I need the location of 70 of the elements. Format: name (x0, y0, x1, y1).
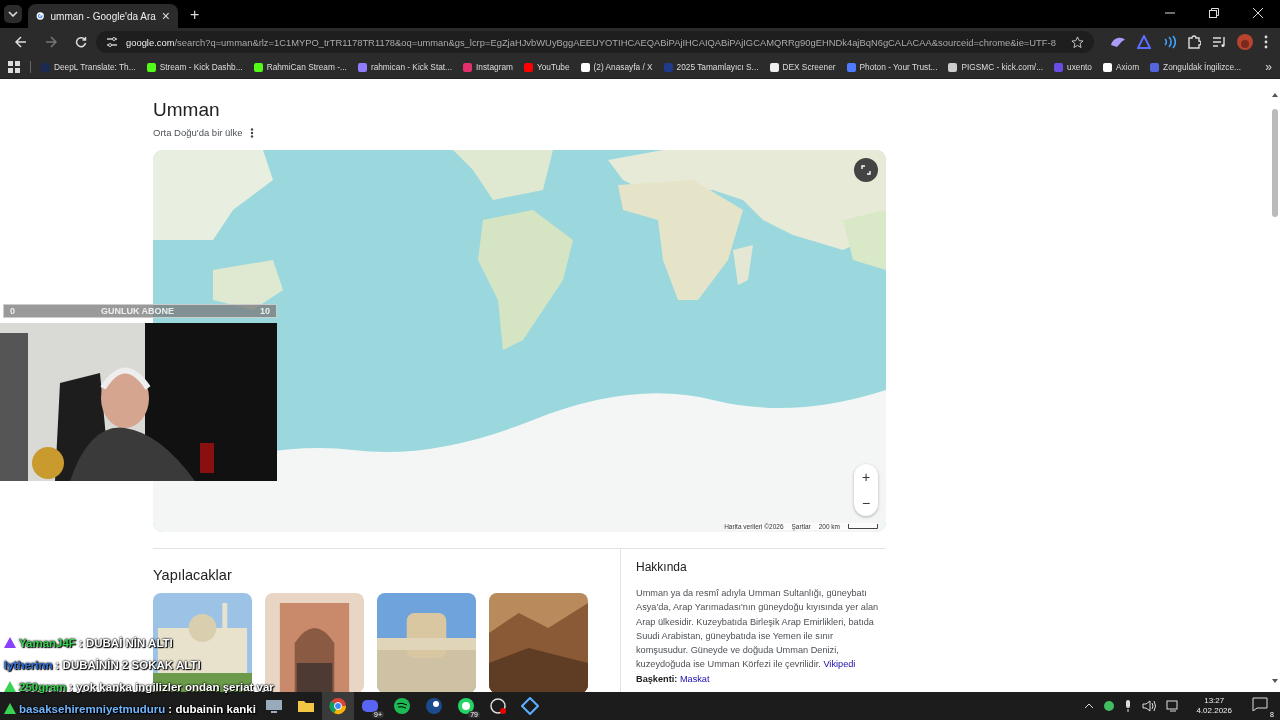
more-bookmarks-button[interactable]: » (1265, 60, 1272, 74)
entity-title: Umman (153, 99, 221, 121)
chevron-down-icon (8, 11, 18, 17)
network-icon[interactable] (1166, 700, 1181, 712)
bookmark-link[interactable]: uxento (1054, 62, 1092, 72)
bookmark-link[interactable]: rahmican - Kick Stat... (357, 62, 453, 72)
source-link[interactable]: Vikipedi (823, 659, 856, 670)
browser-icon (329, 697, 347, 715)
entity-subtitle: Orta Doğu'da bir ülke (153, 127, 243, 138)
section-title: Hakkında (636, 560, 688, 574)
new-tab-button[interactable]: + (190, 6, 200, 24)
clock-time[interactable]: 13:27 (1204, 696, 1225, 706)
bookmark-link[interactable]: PIGSMC - kick.com/... (948, 62, 1044, 72)
section-title: Yapılacaklar (153, 567, 233, 583)
goal-label: GUNLUK ABONE (100, 306, 175, 316)
chat-username: YamanJ4F (19, 636, 76, 649)
google-icon (36, 9, 45, 23)
bookmark-link[interactable]: RahmiCan Stream -... (253, 62, 347, 72)
tab-list-button[interactable] (4, 5, 22, 23)
address-bar[interactable]: google.com/search?q=umman&rlz=1C1MYPO_trTR1178TR1178&oq=umman&gs_lcrp=EgZjaHJvbWUyBggAEEUYOTIHCAEQABiPAjIHCAIQABiPAjIGCAMQRRg90gEHNDk4ajBqN6gCALACAA&sourceid=chrome&ie=UTF-8 (96, 31, 1094, 53)
bookmark-link[interactable]: (2) Anasayfa / X (580, 62, 653, 72)
taskbar-app[interactable] (322, 692, 354, 720)
browser-tab[interactable]: umman - Google'da Ara × (28, 4, 178, 28)
bookmark-link[interactable]: 2025 Tamamlayıcı S... (663, 62, 759, 72)
media-control-icon[interactable] (1212, 36, 1226, 48)
microphone-icon[interactable] (1124, 700, 1133, 712)
chat-message: : DUBAİNİN 2 SOKAK ALTI (55, 658, 201, 671)
apps-grid-icon[interactable] (8, 61, 20, 73)
fact-link[interactable]: Maskat (679, 673, 710, 684)
bookmark-link[interactable]: Stream - Kick Dashb... (146, 62, 243, 72)
menu-icon[interactable] (1264, 35, 1268, 49)
speaker-icon[interactable] (1142, 700, 1157, 712)
status-dot-icon[interactable] (1104, 701, 1115, 711)
chat-username: lytherinn (4, 658, 53, 671)
goal-min: 0 (10, 306, 15, 316)
chat-username: basaksehiremniyetmuduru (19, 702, 166, 715)
reload-icon[interactable] (75, 36, 87, 48)
clock-icon (489, 697, 507, 715)
back-icon[interactable] (15, 36, 27, 48)
close-tab-button[interactable]: × (161, 8, 170, 24)
puzzle-icon[interactable] (1187, 35, 1201, 49)
chevron-up-icon[interactable] (1084, 703, 1095, 709)
bookmark-link[interactable]: DeepL Translate: Th... (41, 62, 136, 72)
music-icon (393, 697, 411, 715)
bookmark-link[interactable]: Axiom (1103, 62, 1140, 72)
star-icon[interactable] (1071, 35, 1084, 49)
chat-message: : dubainin kanki (168, 702, 256, 715)
restore-icon[interactable] (1209, 8, 1219, 18)
tune-icon[interactable] (106, 36, 118, 48)
more-options-icon[interactable] (250, 127, 255, 138)
circle-logo-icon (425, 697, 443, 715)
close-icon[interactable] (1253, 8, 1263, 18)
bookmark-link[interactable]: Instagram (463, 62, 513, 72)
fact-label: Başkenti: (636, 673, 678, 684)
diamond-icon (521, 697, 539, 715)
bookmark-link[interactable]: DEX Screener (769, 62, 836, 72)
signal-waves-icon[interactable] (1162, 35, 1176, 49)
profile-avatar-icon[interactable] (1237, 34, 1253, 50)
chat-message: : DUBAİ NİN ALTI (78, 636, 173, 649)
notification-icon (1252, 697, 1268, 711)
description-text: Umman ya da resmî adıyla Umman Sultanlığı, güneybatı Asya'da, Arap Yarımadası'nın güneydoğu kıyısında yer alan Arap ülkesidir. Kuzeybatıda Birleşik Arap Emirlikleri, batıda Suudi Arabistan, güneybatıda ise Yemen ile sınır komşusudur. Güneyde ve doğuda Umman Denizi, kuzeydoğuda ise Umman Körfezi ile çevrilidir. Vikipedi (636, 587, 880, 672)
forward-icon[interactable] (45, 36, 57, 48)
bookmark-link[interactable]: Zonguldak İngilizce... (1150, 62, 1241, 72)
extension-icon[interactable] (1110, 35, 1126, 49)
extension-icon[interactable] (1137, 35, 1151, 49)
bookmark-link[interactable]: Photon - Your Trust... (846, 62, 938, 72)
chat-username: 250gram (19, 680, 67, 693)
monitor-icon (265, 697, 283, 715)
bookmark-link[interactable]: YouTube (523, 62, 570, 72)
clock-date[interactable]: 4.02.2026 (1196, 706, 1232, 716)
